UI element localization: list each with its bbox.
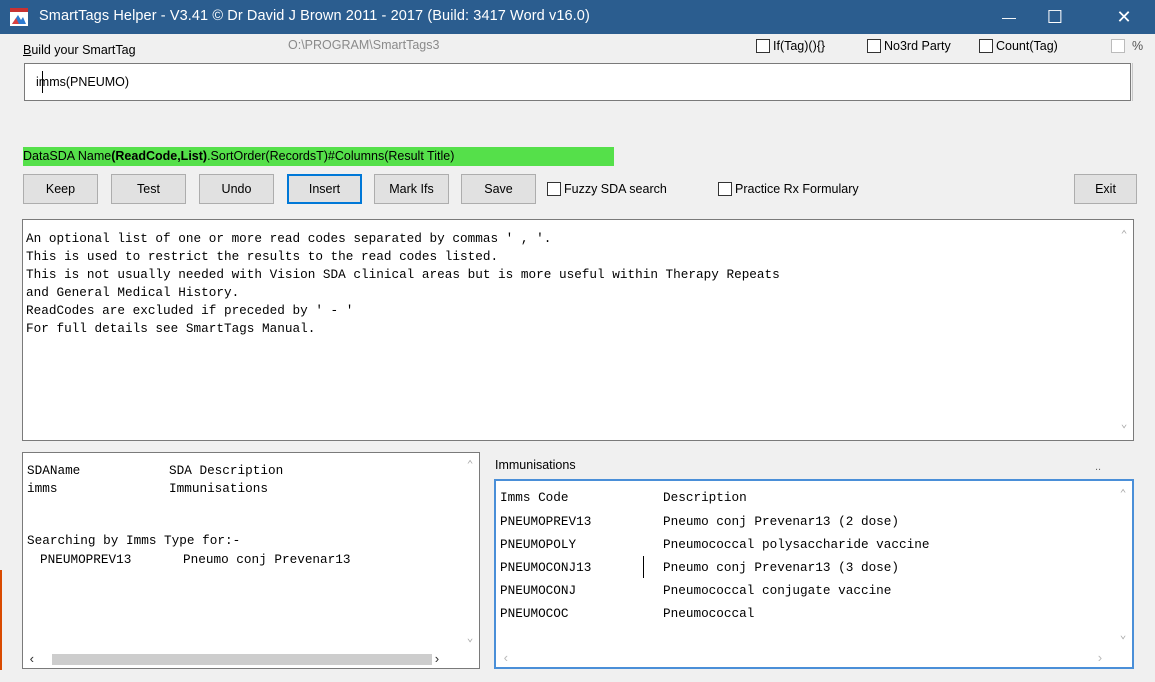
title-bar[interactable]: SmartTags Helper - V3.41 © Dr David J Br… — [0, 0, 1155, 34]
sda-vscrollbar[interactable]: ⌃ ⌄ — [462, 453, 479, 651]
undo-button[interactable]: Undo — [199, 174, 274, 204]
resize-grip[interactable]: .. — [1095, 461, 1101, 473]
imms-hscrollbar[interactable]: ‹ › — [496, 650, 1132, 667]
sda-row-name[interactable]: imms — [27, 481, 57, 496]
imms-row-code[interactable]: PNEUMOCOC — [500, 606, 569, 621]
imms-header-description: Description — [663, 490, 747, 505]
description-scrollbar[interactable]: ⌃ ⌄ — [1116, 220, 1133, 440]
percent-checkbox-box[interactable] — [1111, 39, 1125, 53]
imms-row-code[interactable]: PNEUMOPOLY — [500, 537, 576, 552]
smarttag-input[interactable] — [25, 73, 836, 91]
description-line: ReadCodes are excluded if preceded by ' … — [26, 303, 354, 318]
fuzzy-sda-checkbox[interactable]: Fuzzy SDA search — [547, 182, 667, 196]
imms-row-code[interactable]: PNEUMOPREV13 — [500, 514, 591, 529]
program-path: O:\PROGRAM\SmartTags3 — [288, 38, 440, 52]
sda-row-description[interactable]: Immunisations — [169, 481, 268, 496]
text-caret — [643, 556, 644, 578]
close-icon: ✕ — [1116, 6, 1132, 27]
count-tag-label: Count(Tag) — [996, 39, 1058, 53]
sda-list-box[interactable]: SDAName SDA Description imms Immunisatio… — [22, 452, 480, 669]
if-tag-checkbox[interactable]: If(Tag)(){} — [756, 39, 825, 53]
smarttag-input-box[interactable] — [24, 63, 1131, 101]
scroll-down-icon[interactable]: ⌄ — [1118, 631, 1128, 642]
build-label: Build your SmartTag — [23, 43, 136, 57]
description-line: This is used to restrict the results to … — [26, 249, 499, 264]
imms-row-description[interactable]: Pneumococcal polysaccharide vaccine — [663, 537, 929, 552]
imms-row-code[interactable]: PNEUMOCONJ13 — [500, 560, 591, 575]
build-label-text: uild your SmartTag — [31, 43, 136, 57]
if-tag-checkbox-box[interactable] — [756, 39, 770, 53]
immunisations-label: Immunisations — [495, 458, 576, 472]
app-icon — [10, 8, 28, 26]
maximize-button[interactable]: ☐ — [1032, 0, 1078, 34]
input-edge — [1132, 63, 1137, 101]
scroll-left-icon[interactable]: ‹ — [502, 651, 510, 666]
imms-row-description[interactable]: Pneumo conj Prevenar13 (3 dose) — [663, 560, 899, 575]
description-line: and General Medical History. — [26, 285, 240, 300]
scroll-thumb[interactable] — [52, 654, 432, 665]
no3rd-party-checkbox-box[interactable] — [867, 39, 881, 53]
scroll-up-icon[interactable]: ⌃ — [465, 461, 475, 472]
syntax-hint-name: DataSDA Name — [23, 149, 112, 163]
imms-row-code[interactable]: PNEUMOCONJ — [500, 583, 576, 598]
count-tag-checkbox-box[interactable] — [979, 39, 993, 53]
maximize-icon: ☐ — [1046, 6, 1064, 27]
fuzzy-sda-label: Fuzzy SDA search — [564, 182, 667, 196]
count-tag-checkbox[interactable]: Count(Tag) — [979, 39, 1058, 53]
syntax-hint: DataSDA Name(ReadCode,List).SortOrder(Re… — [23, 147, 614, 166]
imms-vscrollbar[interactable]: ⌃ ⌄ — [1115, 481, 1132, 650]
fuzzy-sda-checkbox-box[interactable] — [547, 182, 561, 196]
scroll-up-icon[interactable]: ⌃ — [1119, 231, 1129, 242]
scroll-right-icon[interactable]: › — [433, 652, 441, 667]
scroll-right-icon[interactable]: › — [1096, 651, 1104, 666]
practice-rx-label: Practice Rx Formulary — [735, 182, 859, 196]
search-label: Searching by Imms Type for:- — [27, 533, 241, 548]
imms-row-description[interactable]: Pneumococcal — [663, 606, 754, 621]
description-line: An optional list of one or more read cod… — [26, 231, 552, 246]
sda-hscrollbar[interactable]: ‹ › — [23, 651, 479, 668]
window-title: SmartTags Helper - V3.41 © Dr David J Br… — [39, 8, 590, 24]
text-caret — [42, 71, 43, 93]
sda-header-description: SDA Description — [169, 463, 284, 478]
scroll-left-icon[interactable]: ‹ — [28, 652, 36, 667]
save-button[interactable]: Save — [461, 174, 536, 204]
description-textbox[interactable]: An optional list of one or more read cod… — [22, 219, 1134, 441]
description-line: This is not usually needed with Vision S… — [26, 267, 780, 282]
practice-rx-checkbox-box[interactable] — [718, 182, 732, 196]
imms-row-description[interactable]: Pneumo conj Prevenar13 (2 dose) — [663, 514, 899, 529]
syntax-hint-bold: (ReadCode,List) — [111, 149, 208, 163]
imms-row-description[interactable]: Pneumococcal conjugate vaccine — [663, 583, 891, 598]
percent-label: % — [1132, 39, 1144, 53]
imms-header-code: Imms Code — [500, 490, 569, 505]
no3rd-party-label: No3rd Party — [884, 39, 951, 53]
scroll-down-icon[interactable]: ⌄ — [465, 634, 475, 645]
search-description: Pneumo conj Prevenar13 — [183, 552, 351, 567]
syntax-hint-rest: .SortOrder(RecordsT)#Columns(Result Titl… — [207, 149, 455, 163]
exit-button[interactable]: Exit — [1074, 174, 1137, 204]
immunisations-list[interactable]: Imms Code Description PNEUMOPREV13 Pneum… — [494, 479, 1134, 669]
search-code: PNEUMOPREV13 — [40, 552, 132, 567]
minimize-icon: — — [1002, 9, 1016, 25]
no3rd-party-checkbox[interactable]: No3rd Party — [867, 39, 951, 53]
practice-rx-checkbox[interactable]: Practice Rx Formulary — [718, 182, 859, 196]
close-button[interactable]: ✕ — [1101, 0, 1147, 34]
minimize-button[interactable]: — — [986, 0, 1032, 34]
insert-button[interactable]: Insert — [287, 174, 362, 204]
percent-checkbox[interactable]: % — [1111, 39, 1143, 53]
scroll-down-icon[interactable]: ⌄ — [1119, 420, 1129, 431]
test-button[interactable]: Test — [111, 174, 186, 204]
scroll-up-icon[interactable]: ⌃ — [1118, 490, 1128, 501]
description-line: For full details see SmartTags Manual. — [26, 321, 316, 336]
mark-ifs-button[interactable]: Mark Ifs — [374, 174, 449, 204]
if-tag-label: If(Tag)(){} — [773, 39, 826, 53]
window-edge-accent — [0, 570, 2, 670]
sda-header-name: SDAName — [27, 463, 81, 478]
keep-button[interactable]: Keep — [23, 174, 98, 204]
